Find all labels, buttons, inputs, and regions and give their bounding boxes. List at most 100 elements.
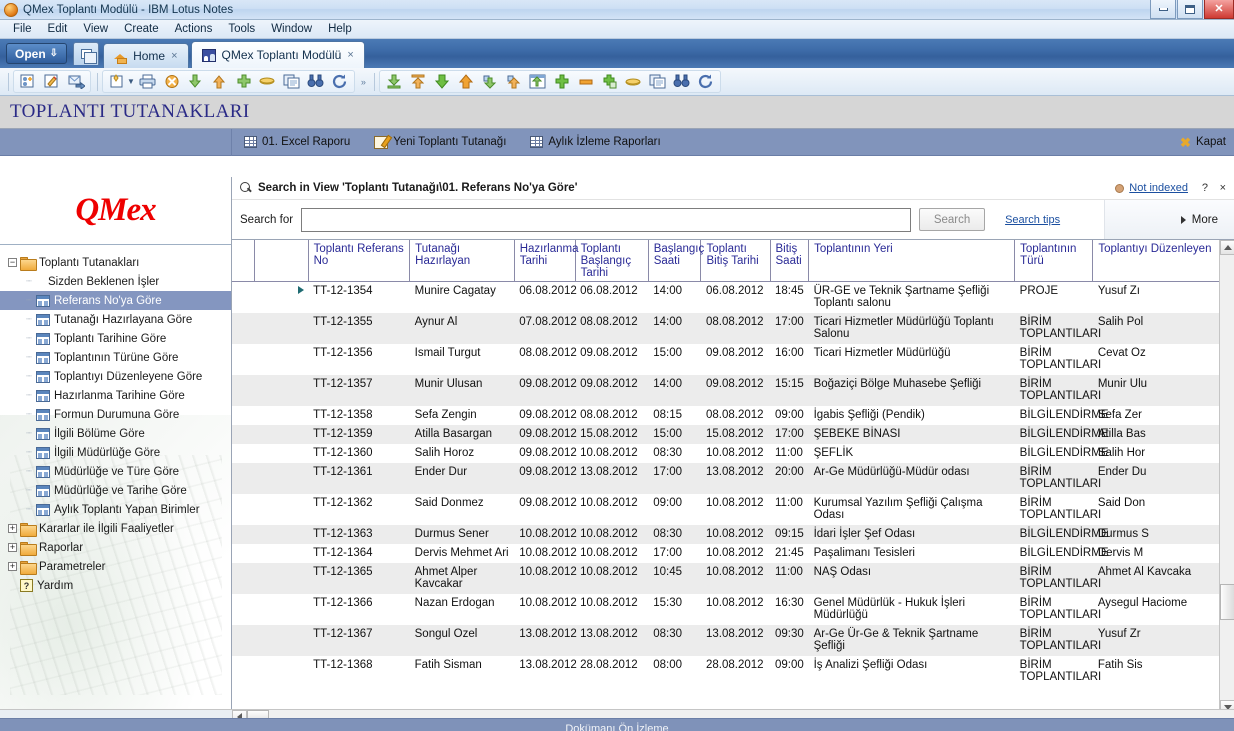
sidebar-item-kararlar-ile-ilgili-faaliyetler[interactable]: + Kararlar ile İlgili Faaliyetler [0,519,231,538]
bookmark-icon[interactable] [257,71,279,92]
menu-window[interactable]: Window [263,21,320,37]
download-icon[interactable] [383,71,405,92]
deny-access-icon[interactable] [161,71,183,92]
tab-home-close-icon[interactable]: × [171,50,177,62]
action-kapat[interactable]: ✖ Kapat [1180,136,1226,149]
reload-icon[interactable] [695,71,717,92]
row-select-cell[interactable] [232,463,255,494]
sidebar-item-ilgili-bolume-gore[interactable]: ┈ İlgili Bölüme Göre [0,424,231,443]
sidebar-item-toplanti-tutanaklari[interactable]: − Toplantı Tutanakları [0,253,231,272]
menu-tools[interactable]: Tools [220,21,263,37]
down-arrow-icon[interactable] [431,71,453,92]
table-row[interactable]: TT-12-1357 Munir Ulusan 09.08.2012 09.08… [232,375,1234,406]
row-twisty-cell[interactable] [254,625,309,656]
scroll-up-button[interactable] [1220,240,1234,255]
find-icon[interactable] [671,71,693,92]
twisty-expand-icon[interactable]: + [8,543,17,552]
header-tutanagi-hazirlayan[interactable]: Tutanağı Hazırlayan [409,240,515,282]
up-arrow-icon[interactable] [455,71,477,92]
row-select-cell[interactable] [232,282,254,314]
row-twisty-cell[interactable] [254,406,308,425]
menu-edit[interactable]: Edit [40,21,76,37]
search-button[interactable]: Search [919,208,986,231]
edit-document-icon[interactable] [41,71,63,92]
row-select-cell[interactable] [232,544,254,563]
menu-file[interactable]: File [5,21,40,37]
row-select-cell[interactable] [232,425,255,444]
refresh-icon[interactable] [329,71,351,92]
expand-triangle-icon[interactable] [298,286,305,294]
row-twisty-cell[interactable] [254,525,309,544]
row-twisty-cell[interactable] [254,425,309,444]
table-row[interactable]: TT-12-1354 Munire Cagatay 06.08.2012 06.… [232,282,1234,314]
maximize-button[interactable] [1177,0,1203,19]
vertical-scroll-thumb[interactable] [1220,584,1234,620]
table-row[interactable]: TT-12-1360 Salih Horoz 09.08.2012 10.08.… [232,444,1234,463]
row-select-cell[interactable] [232,313,255,344]
table-row[interactable]: TT-12-1355 Aynur Al 07.08.2012 08.08.201… [232,313,1234,344]
table-row[interactable]: TT-12-1358 Sefa Zengin 09.08.2012 08.08.… [232,406,1234,425]
twisty-collapse-icon[interactable]: − [8,258,17,267]
sidebar-item-aylik-toplanti-yapan-birimler[interactable]: ┈ Aylık Toplantı Yapan Birimler [0,500,231,519]
table-row[interactable]: TT-12-1356 Ismail Turgut 08.08.2012 09.0… [232,344,1234,375]
twisty-expand-icon[interactable]: + [8,524,17,533]
table-row[interactable]: TT-12-1363 Durmus Sener 10.08.2012 10.08… [232,525,1234,544]
header-baslangic-saati[interactable]: Başlangıç Saati [648,240,704,282]
row-select-cell[interactable] [232,375,255,406]
index-status[interactable]: Not indexed [1115,182,1188,194]
row-select-cell[interactable] [232,406,254,425]
sidebar-item-toplantinin-turune-gore[interactable]: ┈ Toplantının Türüne Göre [0,348,231,367]
search-close-icon[interactable]: × [1220,182,1226,194]
sidebar-item-raporlar[interactable]: + Raporlar [0,538,231,557]
upload-top-icon[interactable] [407,71,429,92]
copy-icon[interactable] [281,71,303,92]
new-document-icon[interactable] [106,71,128,92]
row-twisty-cell[interactable] [254,563,309,594]
menu-help[interactable]: Help [320,21,360,37]
export-window-icon[interactable] [527,71,549,92]
row-twisty-cell[interactable] [254,313,309,344]
table-row[interactable]: TT-12-1366 Nazan Erdogan 10.08.2012 10.0… [232,594,1234,625]
row-twisty-cell[interactable] [254,544,308,563]
row-twisty-cell[interactable] [254,494,308,525]
twisty-expand-icon[interactable]: + [8,562,17,571]
move-down-icon[interactable] [185,71,207,92]
more-options-button[interactable]: More [1180,214,1218,226]
header-hazirlanma-tarihi[interactable]: Hazırlanma Tarihi [514,240,579,282]
header-toplanti-referans-no[interactable]: Toplantı Referans No [308,240,411,282]
table-row[interactable]: TT-12-1365 Ahmet Alper Kavcakar 10.08.20… [232,563,1234,594]
open-button[interactable]: Open ⇩ [6,43,68,64]
move-up-icon[interactable] [209,71,231,92]
add-copy-icon[interactable] [599,71,621,92]
header-bitis-saati[interactable]: Bitiş Saati [770,240,810,282]
row-select-cell[interactable] [232,656,254,687]
menu-view[interactable]: View [75,21,116,37]
sidebar-item-sizden-beklenen-isler[interactable]: ┈ Sizden Beklenen İşler [0,272,231,291]
row-twisty-cell[interactable] [254,344,308,375]
row-select-cell[interactable] [232,563,255,594]
table-row[interactable]: TT-12-1367 Songul Ozel 13.08.2012 13.08.… [232,625,1234,656]
header-select-column[interactable] [232,240,255,282]
minus-icon[interactable] [575,71,597,92]
action-excel-raporu[interactable]: 01. Excel Raporu [232,129,362,156]
table-row[interactable]: TT-12-1364 Dervis Mehmet Ari 10.08.2012 … [232,544,1234,563]
action-aylik-izleme-raporlari[interactable]: Aylık İzleme Raporları [518,129,672,156]
menu-create[interactable]: Create [116,21,167,37]
row-select-cell[interactable] [232,525,255,544]
sidebar-item-tutanagi-hazirlayana-gore[interactable]: ┈ Tutanağı Hazırlayana Göre [0,310,231,329]
tab-qmex-close-icon[interactable]: × [347,49,353,61]
add-item-icon[interactable] [233,71,255,92]
plus-icon[interactable] [551,71,573,92]
header-twisty-column[interactable] [254,240,309,282]
sidebar-item-mudurluge-ve-ture-gore[interactable]: ┈ Müdürlüğe ve Türe Göre [0,462,231,481]
binoculars-icon[interactable] [305,71,327,92]
sidebar-item-parametreler[interactable]: + Parametreler [0,557,231,576]
sidebar-item-referans-noya-gore[interactable]: ┈ Referans No'ya Göre [0,291,231,310]
row-twisty-cell[interactable] [254,656,308,687]
sidebar-item-formun-durumuna-gore[interactable]: ┈ Formun Durumuna Göre [0,405,231,424]
layers-icon[interactable] [623,71,645,92]
sync-up-icon[interactable] [503,71,525,92]
sidebar-item-yardim[interactable]: ? Yardım [0,576,231,595]
header-toplanti-baslangic-tarihi[interactable]: Toplantı Başlangıç Tarihi [575,240,649,282]
tab-home[interactable]: Home × [103,43,189,68]
